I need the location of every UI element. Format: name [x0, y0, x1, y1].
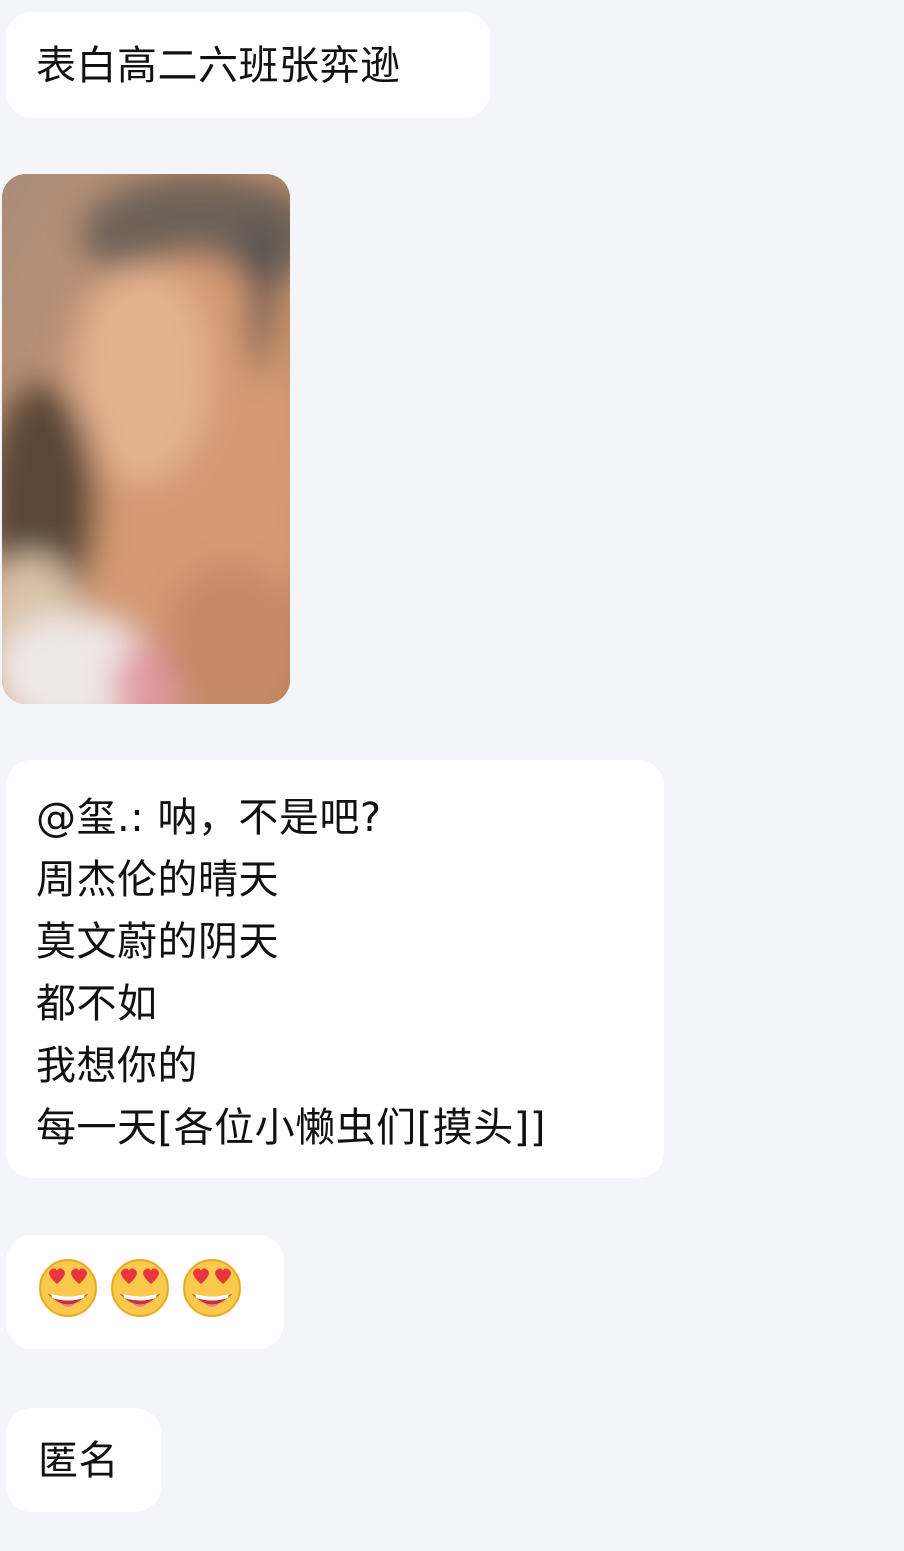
heart-eyes-emoji-icon [111, 1259, 169, 1317]
message-text: 匿名 [38, 1438, 119, 1484]
message-text: @玺.: 呐，不是吧? 周杰伦的晴天 莫文蔚的阴天 都不如 我想你的 每一天[各… [36, 795, 546, 1151]
heart-eyes-emoji-icon [39, 1259, 97, 1317]
blurred-photo [2, 174, 290, 704]
heart-eyes-emoji-icon [183, 1259, 241, 1317]
message-bubble-lyrics[interactable]: @玺.: 呐，不是吧? 周杰伦的晴天 莫文蔚的阴天 都不如 我想你的 每一天[各… [6, 760, 664, 1178]
message-bubble-anonymous[interactable]: 匿名 [6, 1408, 161, 1512]
message-bubble-confession[interactable]: 表白高二六班张弈逊 [6, 12, 490, 118]
message-bubble-emoji[interactable] [6, 1235, 284, 1349]
message-text: 表白高二六班张弈逊 [36, 43, 401, 89]
chat-thread: 表白高二六班张弈逊 @玺.: 呐，不是吧? 周杰伦的晴天 莫文蔚的阴天 都不如 … [0, 0, 904, 1551]
message-image[interactable] [2, 174, 290, 704]
